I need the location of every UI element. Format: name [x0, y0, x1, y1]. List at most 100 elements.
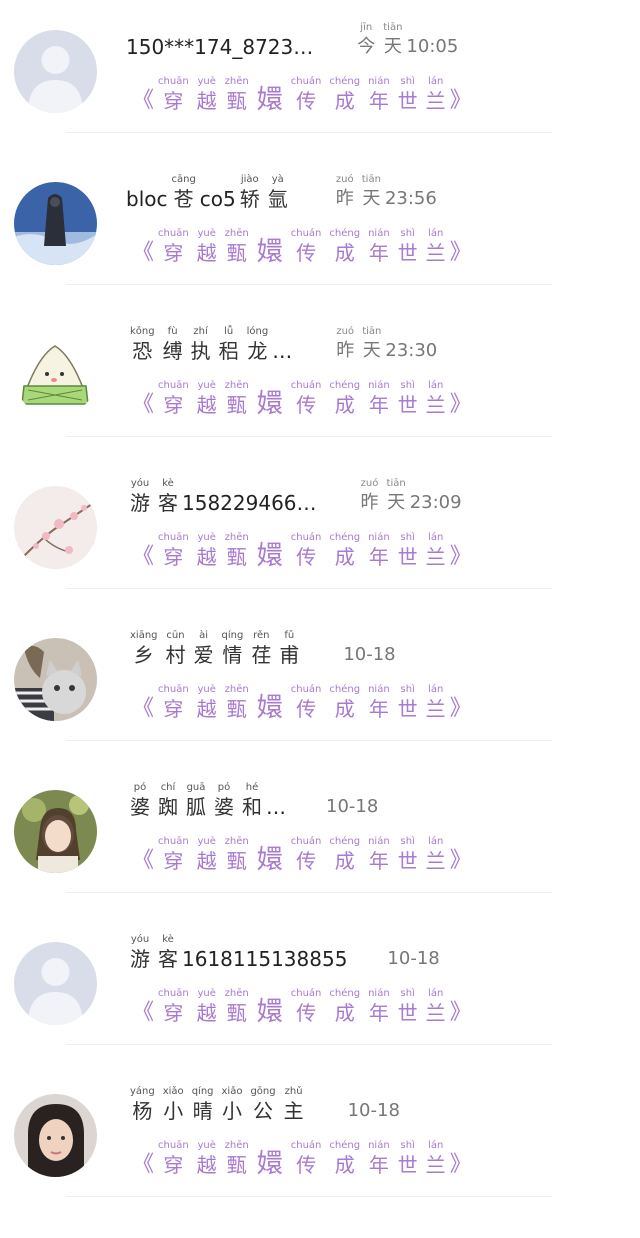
- ruby-char: lán 兰: [426, 684, 446, 722]
- hanzi-char: 成: [334, 697, 355, 721]
- hanzi-char: 甫: [279, 643, 300, 667]
- ruby-char: lán 兰: [426, 228, 446, 266]
- ruby-char: 嬛: [257, 530, 283, 570]
- ruby-char: chuán 传: [291, 1140, 322, 1178]
- pinyin-annotation: zhēn: [224, 988, 249, 999]
- pinyin-annotation: jiào: [240, 174, 259, 185]
- pinyin-annotation: chuán: [290, 76, 322, 87]
- conversation-row[interactable]: pó 婆 chí 踟 guā 胍 pó 婆 hé 和… 10-18 《 chuān 穿 yuè 越 zhēn 甄 …: [0, 760, 640, 912]
- hanzi-char: 龙: [247, 339, 268, 363]
- pinyin-annotation: kè: [162, 478, 174, 489]
- conversation-row[interactable]: yóu 游 kè 客 1618115138855 10-18 《 chuān 穿 yuè 越 zhēn…: [0, 912, 640, 1064]
- pinyin-annotation: zuó: [360, 478, 379, 489]
- hanzi-char: 成: [334, 1001, 355, 1025]
- hanzi-char: 天: [362, 188, 381, 209]
- ruby-char: yuè 越: [197, 684, 217, 722]
- hanzi-char: 成: [334, 89, 355, 113]
- hanzi-char: 传: [296, 545, 317, 569]
- hanzi-char: 胍: [186, 795, 206, 819]
- hanzi-char: 世: [397, 1153, 418, 1177]
- avatar[interactable]: [14, 1094, 97, 1177]
- ruby-char: jiào 轿: [240, 174, 260, 212]
- hanzi-char: 嬛: [256, 541, 283, 571]
- ruby-char: zhēn 甄: [225, 228, 249, 266]
- pinyin-annotation: fù: [167, 326, 178, 337]
- message-timestamp: 10-18: [387, 948, 440, 969]
- avatar[interactable]: [14, 486, 97, 569]
- hanzi-char: 传: [296, 393, 317, 417]
- contact-name-line: xiāng 乡 cūn 村 ài 爱 qíng 情 rěn 荏 fǔ 甫 10-18: [126, 630, 396, 676]
- open-quote-mark: 《: [132, 696, 155, 721]
- hanzi-char: 执: [190, 339, 211, 363]
- avatar[interactable]: [14, 790, 97, 873]
- pinyin-annotation: lán: [428, 76, 444, 87]
- conversation-row[interactable]: yóu 游 kè 客 158229466… zuó 昨 tiān 天 23:09 《 chuān 穿 yu…: [0, 456, 640, 608]
- ruby-char: shì 世: [398, 684, 418, 722]
- ruby-char: jīn 今: [357, 22, 375, 60]
- ruby-char: zhēn 甄: [225, 532, 249, 570]
- close-quote-mark: 》: [449, 696, 472, 721]
- contact-name-text: …: [266, 795, 286, 819]
- pinyin-annotation: shì: [400, 1140, 415, 1151]
- ruby-char: chéng 成: [329, 380, 360, 418]
- ruby-char: yáng 杨: [130, 1086, 155, 1124]
- pinyin-annotation: chuán: [290, 836, 322, 847]
- hanzi-char: 穿: [163, 849, 184, 873]
- hanzi-char: 爱: [193, 643, 214, 667]
- ruby-char: zhēn 甄: [225, 76, 249, 114]
- woman-portrait-icon: [14, 1094, 97, 1177]
- hanzi-char: 婆: [130, 795, 150, 819]
- ruby-char: kǒng 恐: [130, 326, 155, 364]
- hanzi-char: 缚: [162, 339, 183, 363]
- ruby-char: lán 兰: [426, 836, 446, 874]
- pinyin-annotation: yóu: [130, 934, 150, 945]
- hanzi-char: 情: [222, 643, 243, 667]
- avatar[interactable]: [14, 334, 97, 417]
- pinyin-annotation: lóng: [246, 326, 269, 337]
- hanzi-char: 客: [158, 947, 178, 971]
- hanzi-char: 兰: [425, 241, 446, 265]
- pinyin-annotation: nián: [368, 380, 390, 391]
- contact-name-line: bloc cāng 苍 co5 jiào 轿 yà 氩 zuó 昨 tiān 天 23:56: [126, 174, 437, 220]
- avatar[interactable]: [14, 30, 97, 113]
- ruby-char: nián 年: [368, 836, 390, 874]
- hanzi-char: 传: [296, 241, 317, 265]
- pinyin-annotation: chuán: [290, 1140, 322, 1151]
- ruby-char: nián 年: [368, 988, 390, 1026]
- conversation-row[interactable]: kǒng 恐 fù 缚 zhí 执 lǚ 稆 lóng 龙… zuó 昨 tiān 天 23:30 《 chuā…: [0, 304, 640, 456]
- hanzi-char: 甄: [226, 697, 247, 721]
- contact-name-line: pó 婆 chí 踟 guā 胍 pó 婆 hé 和… 10-18: [126, 782, 378, 828]
- conversation-row[interactable]: 150***174_8723… jīn 今 tiān 天 10:05 《 chuān 穿 yuè 越…: [0, 0, 640, 152]
- message-timestamp: 10-18: [343, 644, 396, 665]
- ruby-char: zuó 昨: [361, 478, 379, 516]
- pinyin-annotation: chéng: [329, 76, 361, 87]
- hanzi-char: 嬛: [256, 237, 283, 267]
- conversation-row[interactable]: xiāng 乡 cūn 村 ài 爱 qíng 情 rěn 荏 fǔ 甫 10-18 《 chuān 穿 yuè…: [0, 608, 640, 760]
- close-quote-mark: 》: [449, 544, 472, 569]
- conversation-row[interactable]: yáng 杨 xiǎo 小 qíng 晴 xiǎo 小 gōng 公 zhǔ 主 10-18 《 chuān…: [0, 1064, 640, 1216]
- conversation-row[interactable]: bloc cāng 苍 co5 jiào 轿 yà 氩 zuó 昨 tiān 天 23:56 《 chuān…: [0, 152, 640, 304]
- pinyin-annotation: chuán: [290, 380, 322, 391]
- avatar[interactable]: [14, 942, 97, 1025]
- hanzi-char: 越: [196, 241, 217, 265]
- ruby-char: pó 婆: [214, 782, 234, 820]
- open-quote-mark: 《: [132, 1000, 155, 1025]
- message-timestamp: 10-18: [326, 796, 379, 817]
- hanzi-char: 天: [383, 36, 402, 57]
- pinyin-annotation: chuān: [158, 228, 189, 239]
- hanzi-char: 甄: [226, 849, 247, 873]
- hanzi-char: 年: [368, 849, 389, 873]
- hanzi-char: 穿: [163, 697, 184, 721]
- ruby-char: chuán 传: [291, 76, 322, 114]
- hanzi-char: 客: [158, 491, 178, 515]
- avatar[interactable]: [14, 182, 97, 265]
- message-preview: 《 chuān 穿 yuè 越 zhēn 甄 嬛 chuán 传 chéng 成 nián 年 shì 世 l…: [132, 378, 472, 424]
- ruby-char: guā 胍: [186, 782, 206, 820]
- pinyin-annotation: chuán: [290, 684, 322, 695]
- avatar[interactable]: [14, 638, 97, 721]
- pinyin-annotation: zhí: [193, 326, 208, 337]
- ruby-char: kè 客: [158, 478, 178, 516]
- ruby-char: yà 氩: [268, 174, 288, 212]
- hanzi-char: 嬛: [256, 389, 283, 419]
- pinyin-annotation: tiān: [386, 478, 406, 489]
